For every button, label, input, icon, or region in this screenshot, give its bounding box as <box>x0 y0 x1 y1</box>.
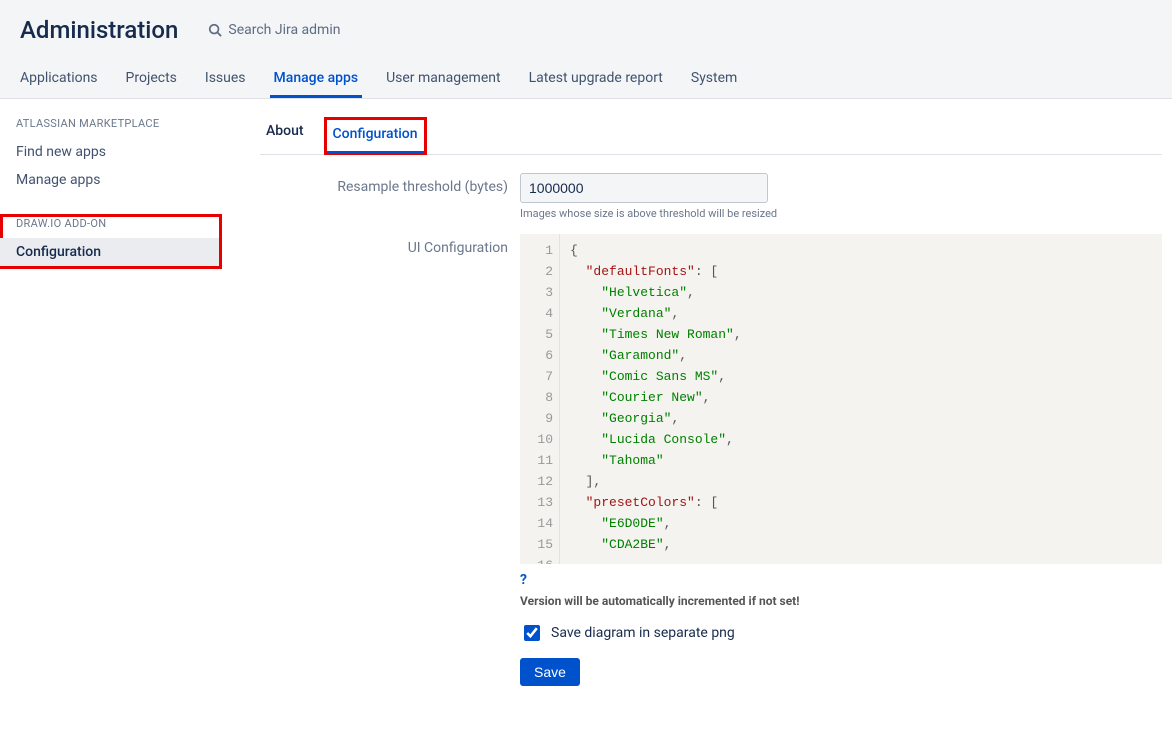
sidebar: ATLASSIAN MARKETPLACE Find new appsManage… <box>0 99 230 726</box>
help-link[interactable]: ? <box>520 572 527 588</box>
nav-tab-system[interactable]: System <box>687 64 741 98</box>
save-button[interactable]: Save <box>520 658 580 686</box>
header-bar: Administration Search Jira admin Applica… <box>0 0 1172 99</box>
code-editor[interactable]: 12345678910111213141516 { "defaultFonts"… <box>520 234 1162 564</box>
admin-search[interactable]: Search Jira admin <box>208 22 340 38</box>
search-placeholder: Search Jira admin <box>228 22 340 38</box>
code-lines: { "defaultFonts": [ "Helvetica", "Verdan… <box>560 234 1162 564</box>
sub-tabs: About Configuration <box>260 117 1162 155</box>
version-warning: Version will be automatically incremente… <box>520 594 1162 608</box>
page-title: Administration <box>20 16 178 44</box>
subtab-about[interactable]: About <box>260 117 310 154</box>
subtab-configuration[interactable]: Configuration <box>327 120 424 152</box>
nav-tab-latest-upgrade-report[interactable]: Latest upgrade report <box>525 64 667 98</box>
code-gutter: 12345678910111213141516 <box>520 234 560 564</box>
sidebar-item-manage-apps[interactable]: Manage apps <box>16 166 230 194</box>
sidebar-section-title: ATLASSIAN MARKETPLACE <box>16 117 230 130</box>
resample-label: Resample threshold (bytes) <box>260 173 520 195</box>
search-icon <box>208 23 222 37</box>
sidebar-item-configuration[interactable]: Configuration <box>0 238 219 266</box>
save-png-label: Save diagram in separate png <box>551 625 735 641</box>
save-png-checkbox[interactable] <box>524 625 540 641</box>
content-area: About Configuration Resample threshold (b… <box>230 99 1172 726</box>
nav-tab-user-management[interactable]: User management <box>382 64 504 98</box>
resample-input[interactable] <box>520 173 768 203</box>
nav-tab-applications[interactable]: Applications <box>16 64 102 98</box>
uiconfig-label: UI Configuration <box>260 234 520 256</box>
nav-tab-manage-apps[interactable]: Manage apps <box>270 64 363 98</box>
primary-nav: Applications Projects Issues Manage apps Use… <box>16 64 1152 98</box>
save-png-row[interactable]: Save diagram in separate png <box>520 622 1162 644</box>
nav-tab-issues[interactable]: Issues <box>201 64 250 98</box>
subtab-highlight: Configuration <box>324 117 427 155</box>
resample-hint: Images whose size is above threshold wil… <box>520 207 1162 220</box>
nav-tab-projects[interactable]: Projects <box>122 64 181 98</box>
sidebar-section-title: DRAW.IO ADD-ON <box>16 217 219 230</box>
sidebar-item-find-new-apps[interactable]: Find new apps <box>16 138 230 166</box>
